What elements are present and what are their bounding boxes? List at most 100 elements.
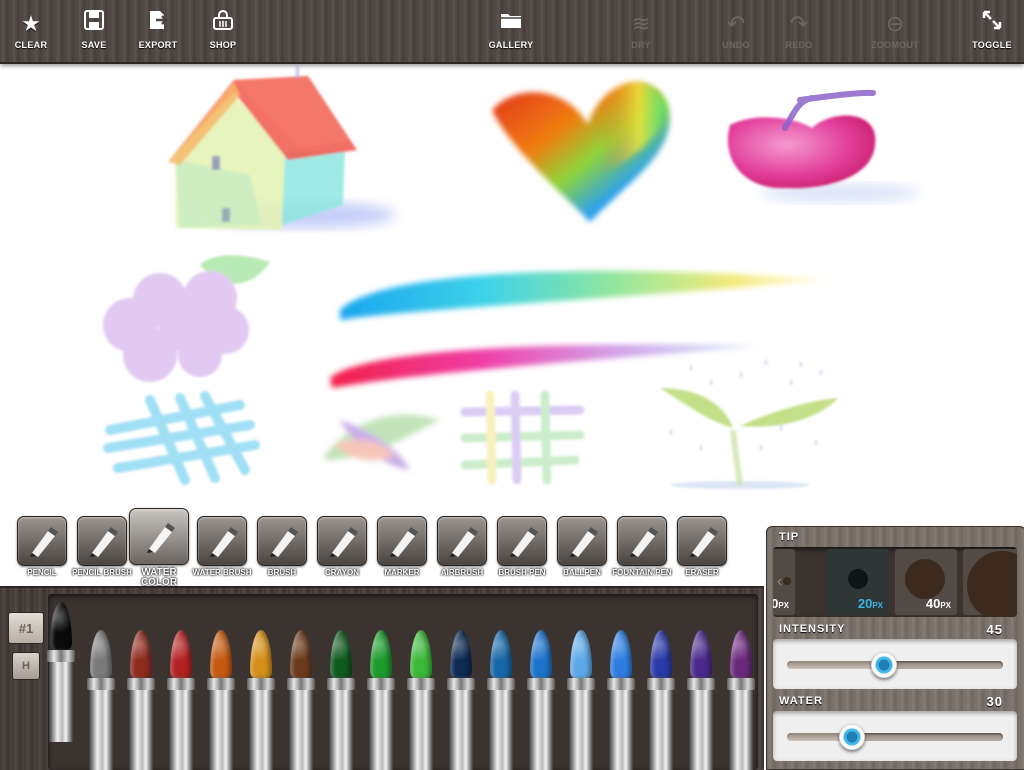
basket-icon (212, 9, 234, 36)
tip-size-option[interactable] (963, 549, 1017, 617)
star-icon: ★ (21, 11, 41, 36)
water-slider[interactable] (773, 711, 1017, 761)
color-pen[interactable] (446, 630, 476, 770)
color-pen[interactable] (566, 630, 596, 770)
chevron-left-icon[interactable]: ‹ (777, 573, 782, 591)
tool-selector: PENCIL PENCIL BRUSH WATER COLOR WATER BRUSH… (14, 508, 754, 588)
tool-crayon[interactable]: CRAYON (314, 516, 370, 588)
color-pen[interactable] (526, 630, 556, 770)
sprout-painting (660, 360, 838, 489)
color-pen[interactable] (686, 630, 716, 770)
ballpen-icon (570, 527, 598, 557)
tool-marker[interactable]: MARKER (374, 516, 430, 588)
tool-pencil[interactable]: PENCIL (14, 516, 70, 588)
tool-label: BRUSH (267, 568, 297, 577)
water-brush-icon (210, 527, 238, 557)
color-pen[interactable] (606, 630, 636, 770)
tool-fountain-pen[interactable]: FOUNTAIN PEN (612, 516, 672, 588)
redo-button[interactable]: ↷ REDO (764, 0, 834, 58)
top-toolbar: ★ CLEAR SAVE EXPORT SHOP GALLERY ≋ DRY ↶… (0, 0, 1024, 64)
tool-label: BRUSH PEN (498, 568, 546, 577)
water-value: 30 (986, 694, 1003, 709)
expand-icon (981, 9, 1003, 36)
intensity-slider-knob[interactable] (871, 652, 898, 678)
undo-button[interactable]: ↶ UNDO (701, 0, 771, 58)
tool-label: FOUNTAIN PEN (612, 568, 672, 577)
grid-multicolor (460, 390, 585, 485)
color-pen[interactable] (246, 630, 276, 770)
color-pen[interactable] (366, 630, 396, 770)
tip-size-strip: 10PX 20PX 40PX ‹ (773, 547, 1017, 617)
brush-settings-panel: TIP 10PX 20PX 40PX ‹ INTENSITY 45 WATER … (766, 526, 1024, 770)
tool-airbrush[interactable]: AIRBRUSH (434, 516, 490, 588)
intensity-value: 45 (986, 622, 1003, 637)
marker-icon (390, 527, 418, 557)
clear-button[interactable]: ★ CLEAR (0, 0, 66, 58)
tool-label: MARKER (384, 568, 420, 577)
tool-water-brush[interactable]: WATER BRUSH (192, 516, 252, 588)
tool-pencil-brush[interactable]: PENCIL BRUSH (72, 516, 132, 588)
toggle-button[interactable]: TOGGLE (957, 0, 1024, 58)
pencil-brush-icon (90, 527, 118, 557)
tool-label: PENCIL BRUSH (72, 568, 132, 577)
brush-pen-icon (510, 527, 538, 557)
house-painting (168, 65, 395, 230)
redo-icon: ↷ (789, 11, 809, 36)
dry-button[interactable]: ≋ DRY (606, 0, 676, 58)
tool-brush-pen[interactable]: BRUSH PEN (494, 516, 550, 588)
color-pen[interactable] (486, 630, 516, 770)
color-pen[interactable] (286, 630, 316, 770)
color-pen[interactable] (206, 630, 236, 770)
stroke-cyan-yellow (340, 270, 830, 320)
pencil-icon (30, 527, 58, 557)
fountain-pen-icon (630, 527, 658, 557)
color-pen[interactable] (86, 630, 116, 770)
tool-brush[interactable]: BRUSH (254, 516, 310, 588)
flower-painting (103, 255, 270, 382)
intensity-title: INTENSITY (779, 623, 846, 635)
water-color-icon (147, 522, 175, 553)
magnifier-icon: ⊖ (885, 11, 905, 36)
color-pen[interactable] (166, 630, 196, 770)
apple-painting (727, 89, 920, 203)
color-pen[interactable] (326, 630, 356, 770)
folder-icon (499, 9, 523, 36)
color-pen[interactable] (126, 630, 156, 770)
intensity-slider[interactable] (773, 639, 1017, 689)
tool-label: WATER BRUSH (192, 568, 252, 577)
preset-1-button[interactable]: #1 (8, 612, 44, 644)
color-pen[interactable] (726, 630, 756, 770)
export-button[interactable]: EXPORT (123, 0, 193, 58)
crayon-icon (330, 527, 358, 557)
water-title: WATER (779, 695, 823, 707)
tool-eraser[interactable]: ERASER (674, 516, 730, 588)
gallery-button[interactable]: GALLERY (476, 0, 546, 58)
zoomout-button[interactable]: ⊖ ZOOMOUT (860, 0, 930, 58)
tool-ballpen[interactable]: BALLPEN (554, 516, 610, 588)
airbrush-icon (450, 527, 478, 557)
shop-button[interactable]: SHOP (188, 0, 258, 58)
export-icon (147, 9, 169, 36)
color-pen[interactable] (46, 602, 76, 742)
tool-label: BALLPEN (563, 568, 601, 577)
tool-label: CRAYON (325, 568, 359, 577)
stroke-red-pink (330, 344, 760, 388)
artwork (103, 65, 920, 489)
save-button[interactable]: SAVE (59, 0, 129, 58)
tool-label: WATER COLOR (140, 567, 178, 588)
floppy-icon (83, 9, 105, 36)
tool-water-color[interactable]: WATER COLOR (129, 508, 189, 588)
drawing-canvas[interactable] (0, 64, 1024, 514)
crosshatch-cyan (103, 391, 260, 485)
tool-label: AIRBRUSH (440, 568, 484, 577)
tip-title: TIP (779, 531, 800, 543)
pen-rack (46, 594, 758, 770)
preset-h-button[interactable]: H (12, 652, 40, 680)
undo-icon: ↶ (726, 11, 746, 36)
tip-size-option[interactable]: 40PX (895, 549, 957, 615)
color-pen[interactable] (646, 630, 676, 770)
color-tray: #1 H (0, 586, 764, 770)
tip-size-option[interactable]: 20PX (827, 549, 889, 615)
water-slider-knob[interactable] (838, 724, 865, 750)
color-pen[interactable] (406, 630, 436, 770)
